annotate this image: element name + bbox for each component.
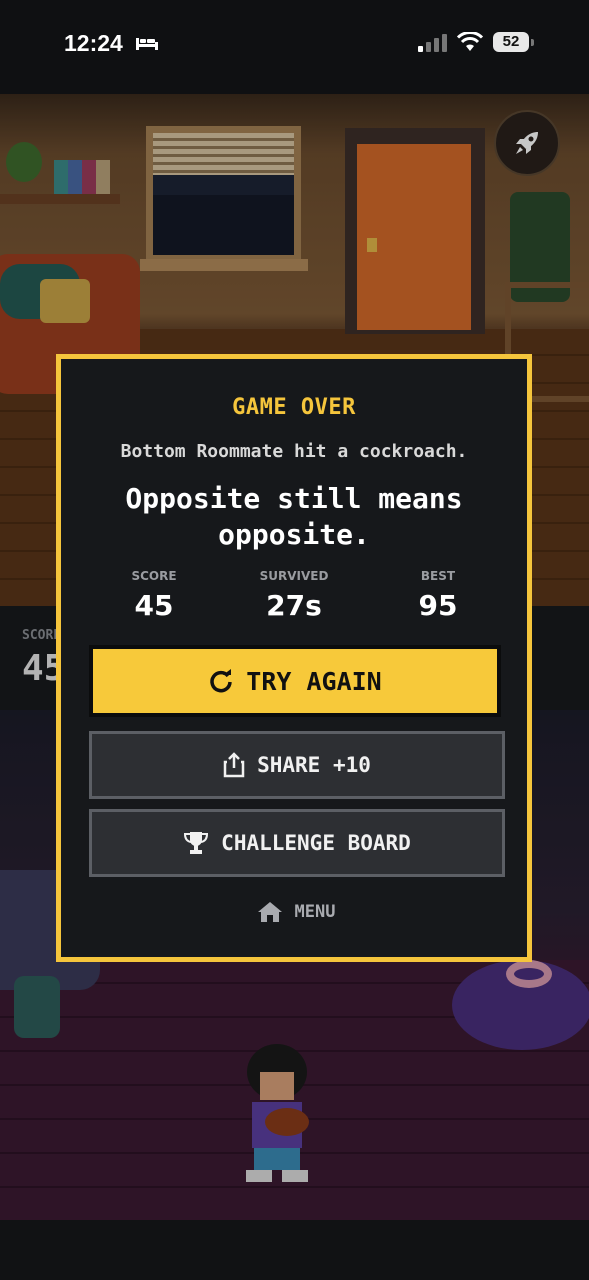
stat-best-label: BEST <box>420 569 456 583</box>
stat-survived-label: SURVIVED <box>259 569 329 583</box>
menu-label: MENU <box>294 902 336 922</box>
cellular-signal-icon <box>418 34 447 52</box>
stat-survived: SURVIVED 27s <box>229 569 359 622</box>
stat-best: BEST 95 <box>373 569 503 622</box>
trophy-icon <box>184 832 209 854</box>
bed-icon <box>136 38 158 50</box>
game-over-title: GAME OVER <box>232 395 356 420</box>
share-button[interactable]: SHARE +10 <box>89 731 505 799</box>
menu-button[interactable]: MENU <box>231 895 361 929</box>
stat-score-value: 45 <box>134 589 174 622</box>
hint-text: Opposite still means opposite. <box>125 482 463 551</box>
challenge-board-button[interactable]: CHALLENGE BOARD <box>89 809 505 877</box>
death-reason: Bottom Roommate hit a cockroach. <box>120 441 468 462</box>
status-bar: 12:24 52 <box>0 0 589 94</box>
wifi-icon <box>456 32 484 51</box>
home-icon <box>257 902 282 922</box>
status-time: 12:24 <box>64 30 123 56</box>
battery-level: 52 <box>493 32 529 52</box>
share-icon <box>223 752 245 778</box>
challenge-board-label: CHALLENGE BOARD <box>221 831 411 855</box>
stat-survived-value: 27s <box>266 589 322 622</box>
stat-score: SCORE 45 <box>89 569 219 622</box>
refresh-icon <box>210 669 233 693</box>
try-again-button[interactable]: TRY AGAIN <box>89 645 501 717</box>
bottom-bar <box>0 1220 589 1280</box>
stat-score-label: SCORE <box>131 569 177 583</box>
battery-icon: 52 <box>493 32 535 54</box>
try-again-label: TRY AGAIN <box>246 666 382 696</box>
share-label: SHARE +10 <box>257 753 371 777</box>
stat-best-value: 95 <box>418 589 458 622</box>
game-over-modal: GAME OVER Bottom Roommate hit a cockroac… <box>56 354 532 962</box>
